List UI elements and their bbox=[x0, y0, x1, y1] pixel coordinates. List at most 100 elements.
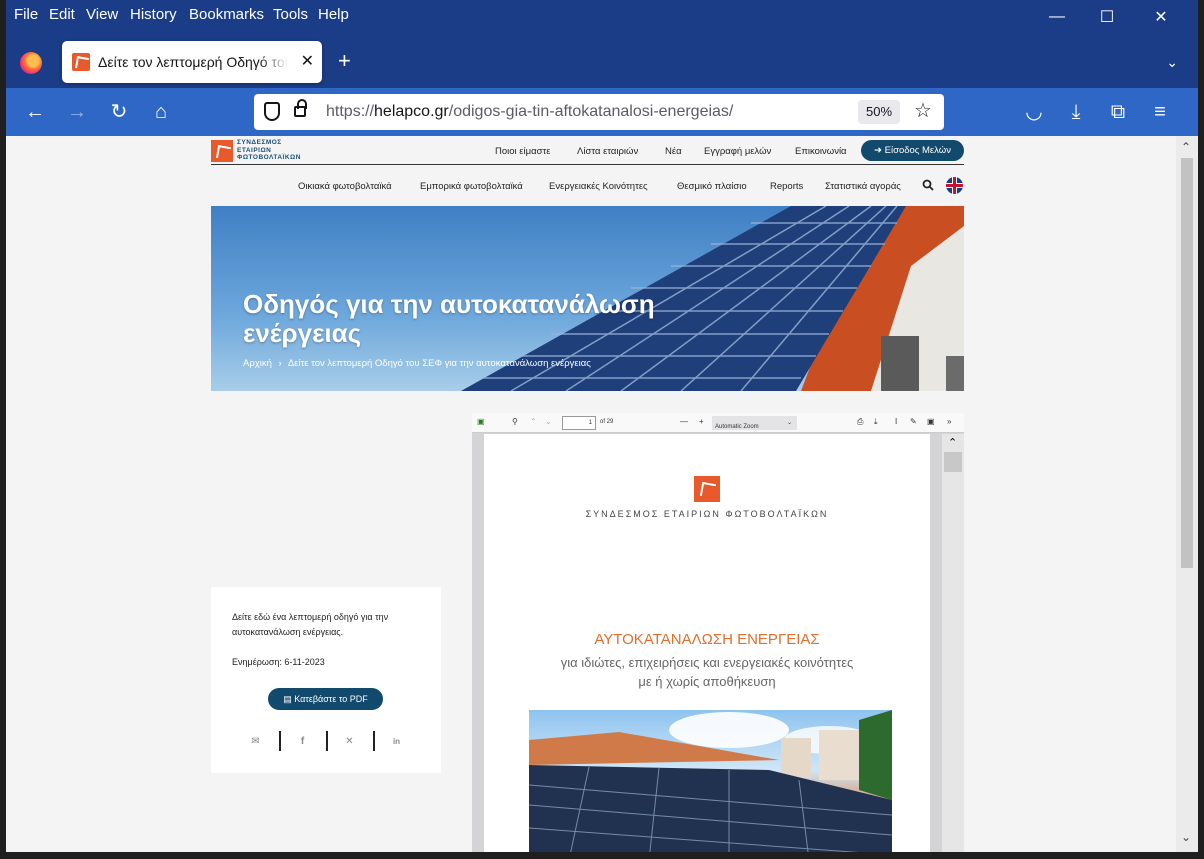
url-bar[interactable]: https://helapco.gr/odigos-gia-tin-aftoka… bbox=[254, 94, 944, 130]
scroll-up-icon[interactable]: ⌃ bbox=[948, 436, 957, 449]
zoom-indicator[interactable]: 50% bbox=[858, 100, 900, 124]
pdf-subtitle: με ή χωρίς αποθήκευση bbox=[638, 674, 776, 689]
share-x-icon[interactable]: ✕ bbox=[326, 732, 373, 752]
new-tab-button[interactable]: + bbox=[338, 50, 351, 72]
list-all-tabs-icon[interactable]: ⌄ bbox=[1166, 54, 1178, 71]
menu-history[interactable]: History bbox=[130, 6, 177, 23]
navigation-bar: ← → ↻ ⌂ https://helapco.gr/odigos-gia-ti… bbox=[6, 88, 1198, 136]
pdf-viewer: ▣ ⚲ ⌃ ⌄ 1 of 29 — + Automatic Zoom ⌄ ⎙ ⤓ … bbox=[472, 413, 964, 852]
maximize-button[interactable]: ☐ bbox=[1087, 6, 1127, 28]
save-icon[interactable]: ⤓ bbox=[874, 417, 878, 427]
scroll-down-icon[interactable]: ⌄ bbox=[1181, 830, 1191, 844]
page-scrollbar[interactable]: ⌃ ⌄ bbox=[1176, 136, 1198, 852]
page-number-input[interactable]: 1 bbox=[562, 416, 596, 430]
print-icon[interactable]: ⎙ bbox=[857, 417, 863, 427]
tab-title: Δείτε τον λεπτομερή Οδηγό του ΣΕΦ bbox=[98, 54, 288, 70]
nav-register[interactable]: Εγγραφή μελών bbox=[704, 146, 771, 157]
menu-help[interactable]: Help bbox=[318, 6, 349, 23]
firefox-icon[interactable] bbox=[20, 52, 42, 74]
page-scroll-thumb[interactable] bbox=[1181, 158, 1193, 568]
menu-bookmarks[interactable]: Bookmarks bbox=[189, 6, 264, 23]
menu-edit[interactable]: Edit bbox=[49, 6, 75, 23]
page-count: of 29 bbox=[600, 419, 614, 425]
tab-close-icon[interactable]: ✕ bbox=[301, 51, 314, 71]
app-menu-icon[interactable]: ≡ bbox=[1147, 100, 1173, 124]
lock-icon[interactable] bbox=[294, 99, 307, 117]
helapco-logo-icon bbox=[694, 476, 720, 502]
hero-banner: Οδηγός για την αυτοκατανάλωση ενέργειας … bbox=[211, 206, 964, 391]
pdf-toolbar: ▣ ⚲ ⌃ ⌄ 1 of 29 — + Automatic Zoom ⌄ ⎙ ⤓ … bbox=[472, 413, 964, 433]
maximize-icon: ☐ bbox=[1099, 9, 1115, 26]
pdf-scroll-thumb[interactable] bbox=[944, 452, 962, 472]
share-linkedin-icon[interactable]: in bbox=[373, 732, 420, 752]
zoom-in-button[interactable]: + bbox=[699, 417, 704, 426]
pdf-scrollbar[interactable]: ⌃ bbox=[942, 434, 964, 852]
breadcrumb: Αρχική › Δείτε τον λεπτομερή Οδηγό του Σ… bbox=[243, 358, 591, 369]
pdf-subtitle: για ιδιώτες, επιχειρήσεις και ενεργειακέ… bbox=[560, 655, 854, 670]
nav-residential-pv[interactable]: Οικιακά φωτοβολταϊκά bbox=[298, 181, 392, 192]
nav-contact[interactable]: Επικοινωνία bbox=[795, 146, 847, 157]
pdf-organization: ΣΥΝΔΕΣΜΟΣ ΕΤΑΙΡΙΩΝ ΦΩΤΟΒΟΛΤΑΪΚΩΝ bbox=[585, 509, 829, 519]
minimize-icon: — bbox=[1049, 8, 1065, 25]
nav-commercial-pv[interactable]: Εμπορικά φωτοβολταϊκά bbox=[420, 181, 523, 192]
file-icon: ▤ bbox=[283, 694, 295, 704]
nav-about[interactable]: Ποιοι είμαστε bbox=[495, 146, 550, 157]
menu-bar: File Edit View History Bookmarks Tools H… bbox=[6, 0, 1198, 32]
breadcrumb-home[interactable]: Αρχική bbox=[243, 358, 272, 369]
bookmark-star-icon[interactable]: ☆ bbox=[914, 98, 932, 123]
close-icon: ✕ bbox=[1154, 9, 1168, 26]
download-icon[interactable]: ⤓ bbox=[1063, 100, 1089, 124]
card-description: Δείτε εδώ ένα λεπτομερή οδηγό για την αυ… bbox=[232, 612, 389, 637]
browser-window: File Edit View History Bookmarks Tools H… bbox=[6, 0, 1198, 852]
home-button[interactable]: ⌂ bbox=[148, 100, 174, 124]
nav-energy-communities[interactable]: Ενεργειακές Κοινότητες bbox=[549, 181, 648, 192]
find-icon[interactable]: ⚲ bbox=[512, 417, 518, 426]
nav-market-statistics[interactable]: Στατιστικά αγοράς bbox=[825, 181, 901, 192]
share-email-icon[interactable]: ✉ bbox=[232, 732, 279, 752]
close-button[interactable]: ✕ bbox=[1141, 6, 1181, 28]
arrow-right-icon: ➜ bbox=[874, 145, 885, 156]
next-page-icon[interactable]: ⌄ bbox=[545, 417, 552, 426]
minimize-button[interactable]: — bbox=[1037, 6, 1077, 28]
text-tool-icon[interactable]: I bbox=[895, 417, 897, 426]
image-tool-icon[interactable]: ▣ bbox=[927, 417, 935, 426]
pdf-page: ΣΥΝΔΕΣΜΟΣ ΕΤΑΙΡΙΩΝ ΦΩΤΟΒΟΛΤΑΪΚΩΝ ΑΥΤΟΚΑΤ… bbox=[484, 434, 930, 852]
search-icon[interactable] bbox=[922, 179, 934, 191]
member-login-button[interactable]: ➜ Είσοδος Μελών bbox=[861, 140, 964, 161]
previous-page-icon[interactable]: ⌃ bbox=[530, 417, 537, 426]
info-card: Δείτε εδώ ένα λεπτομερή οδηγό για την αυ… bbox=[211, 587, 441, 773]
solar-panels-image bbox=[529, 710, 892, 852]
menu-view[interactable]: View bbox=[86, 6, 118, 23]
nav-legal-framework[interactable]: Θεσμικό πλαίσιο bbox=[677, 181, 747, 192]
english-flag-icon[interactable] bbox=[946, 177, 963, 194]
zoom-select[interactable]: Automatic Zoom ⌄ bbox=[712, 416, 797, 430]
download-pdf-button[interactable]: ▤ Κατεβάστε το PDF bbox=[268, 688, 383, 710]
url-text[interactable]: https://helapco.gr/odigos-gia-tin-aftoka… bbox=[326, 103, 733, 121]
tracking-protection-icon[interactable] bbox=[264, 102, 280, 121]
extensions-icon[interactable]: ⧉ bbox=[1105, 100, 1131, 124]
chevron-down-icon: ⌄ bbox=[786, 420, 792, 426]
zoom-out-button[interactable]: — bbox=[680, 417, 688, 426]
menu-tools[interactable]: Tools bbox=[273, 6, 308, 23]
draw-tool-icon[interactable]: ✎ bbox=[910, 417, 917, 426]
sidebar-toggle-icon[interactable]: ▣ bbox=[477, 417, 485, 426]
nav-reports[interactable]: Reports bbox=[770, 181, 803, 192]
tab-active[interactable]: Δείτε τον λεπτομερή Οδηγό του ΣΕΦ ✕ bbox=[62, 41, 322, 83]
back-button[interactable]: ← bbox=[22, 100, 48, 124]
chevron-right-icon: › bbox=[278, 358, 282, 369]
header-divider bbox=[211, 164, 964, 165]
pdf-title: ΑΥΤΟΚΑΤΑΝΑΛΩΣΗ ΕΝΕΡΓΕΙΑΣ bbox=[594, 631, 820, 648]
helapco-logo-icon[interactable] bbox=[211, 140, 233, 162]
reload-button[interactable]: ↻ bbox=[106, 100, 132, 124]
site-logo-text[interactable]: ΣΥΝΔΕΣΜΟΣ ΕΤΑΙΡΙΩΝ ΦΩΤΟΒΟΛΤΑΪΚΩΝ bbox=[237, 139, 301, 162]
site-favicon-icon bbox=[72, 53, 90, 71]
nav-news[interactable]: Νέα bbox=[665, 146, 682, 157]
menu-file[interactable]: File bbox=[14, 6, 38, 23]
site-header: ΣΥΝΔΕΣΜΟΣ ΕΤΑΙΡΙΩΝ ΦΩΤΟΒΟΛΤΑΪΚΩΝ Ποιοι ε… bbox=[211, 136, 964, 206]
forward-button[interactable]: → bbox=[64, 100, 90, 124]
more-tools-icon[interactable]: » bbox=[947, 417, 951, 426]
share-facebook-icon[interactable]: f bbox=[279, 732, 326, 752]
scroll-up-icon[interactable]: ⌃ bbox=[1181, 140, 1191, 154]
pocket-icon[interactable]: ◡ bbox=[1021, 100, 1047, 124]
nav-companies[interactable]: Λίστα εταιριών bbox=[577, 146, 638, 157]
